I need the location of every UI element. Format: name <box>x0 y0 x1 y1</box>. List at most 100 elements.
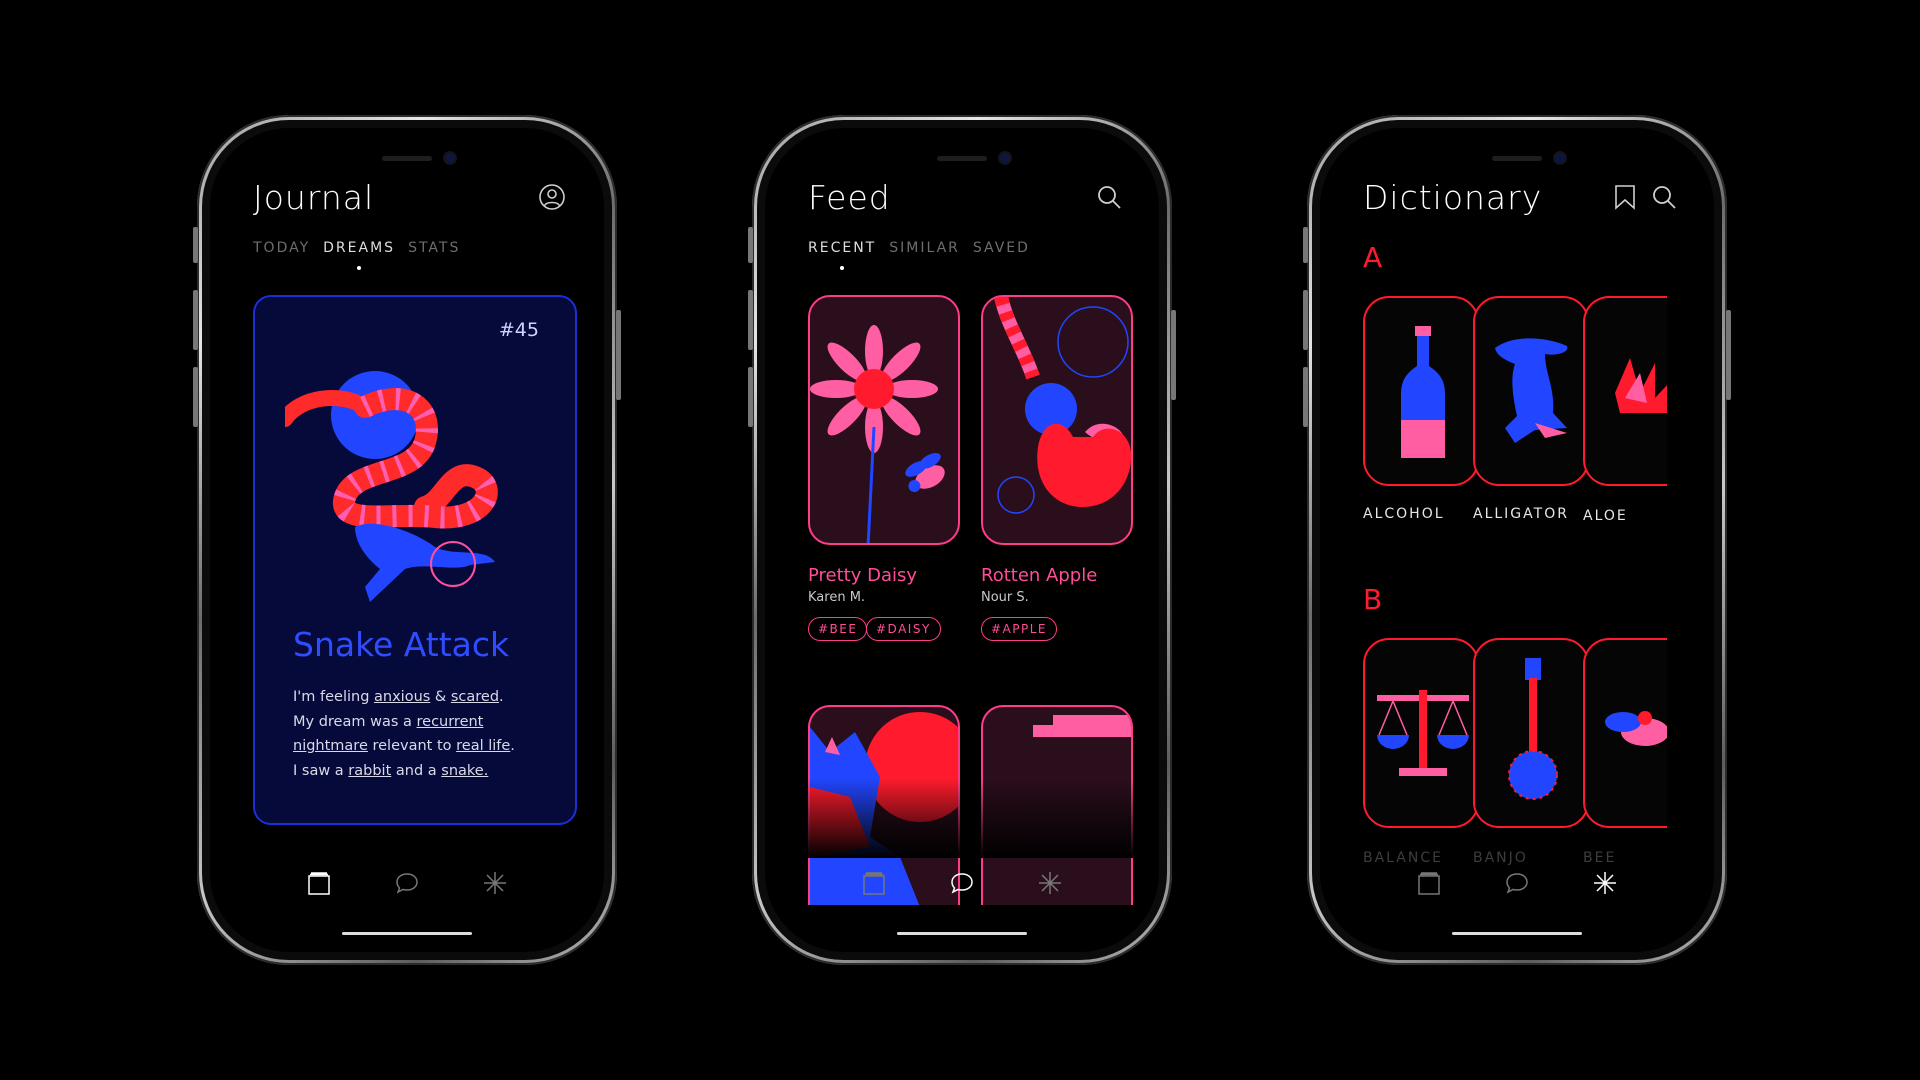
phone-journal: Journal TODAY DREAMS STATS #45 Snake Att… <box>193 115 621 965</box>
text-segment: . <box>499 689 504 705</box>
bottom-nav <box>1320 869 1714 897</box>
post-author: Karen M. <box>808 590 866 605</box>
tab-recent[interactable]: RECENT <box>808 240 876 270</box>
aloe-icon <box>1615 358 1667 413</box>
text-segment: I saw a <box>293 762 349 779</box>
dictionary-item-label: ALLIGATOR <box>1473 506 1569 522</box>
bottom-nav <box>210 869 604 897</box>
dictionary-card-aloe[interactable] <box>1583 296 1667 486</box>
tag-chip[interactable]: #APPLE <box>981 617 1058 641</box>
post-title[interactable]: Pretty Daisy <box>808 565 917 586</box>
dictionary-card-banjo[interactable] <box>1473 638 1589 828</box>
tag-chip[interactable]: #DAISY <box>866 617 941 641</box>
keyword-link[interactable]: rabbit <box>348 763 391 779</box>
text-segment: and a <box>391 762 442 779</box>
speaker <box>382 156 432 161</box>
tag-chip[interactable]: #BEE <box>808 617 868 641</box>
dictionary-item-label: ALCOHOL <box>1363 506 1445 522</box>
search-icon[interactable] <box>1650 183 1678 211</box>
profile-icon[interactable] <box>538 183 566 211</box>
section-letter: A <box>1363 241 1383 274</box>
speaker <box>937 156 987 161</box>
power-button <box>1726 310 1731 400</box>
front-camera <box>445 153 455 163</box>
page-title: Journal <box>253 178 375 217</box>
tab-today[interactable]: TODAY <box>253 240 310 256</box>
side-button <box>193 227 198 263</box>
dream-card[interactable]: #45 Snake Attack I'm feeling anxious & s… <box>253 295 577 825</box>
journal-screen: Journal TODAY DREAMS STATS #45 Snake Att… <box>210 128 604 952</box>
keyword-link[interactable]: scared <box>451 689 499 705</box>
keyword-link[interactable]: real life <box>456 738 510 754</box>
tab-dreams[interactable]: DREAMS <box>323 240 395 270</box>
power-button <box>616 310 621 400</box>
dream-title: Snake Attack <box>293 625 510 664</box>
section-letter: B <box>1363 583 1383 616</box>
chat-bubble-icon[interactable] <box>1503 869 1531 897</box>
journal-icon[interactable] <box>1415 869 1443 897</box>
volume-down-button <box>193 367 198 427</box>
sparkle-icon[interactable] <box>1036 869 1064 897</box>
text-segment: . <box>510 738 515 754</box>
volume-down-button <box>1303 367 1308 427</box>
dictionary-card-alcohol[interactable] <box>1363 296 1479 486</box>
tab-stats[interactable]: STATS <box>408 240 460 256</box>
dictionary-item-label: BEE <box>1583 850 1617 866</box>
sparkle-icon[interactable] <box>1591 869 1619 897</box>
chat-bubble-icon[interactable] <box>948 869 976 897</box>
tab-saved[interactable]: SAVED <box>973 240 1030 256</box>
bookmark-icon[interactable] <box>1611 183 1639 211</box>
tab-similar[interactable]: SIMILAR <box>889 240 960 256</box>
volume-up-button <box>1303 290 1308 350</box>
phone-feed: Feed RECENT SIMILAR SAVED Pretty Daisy K… <box>748 115 1176 965</box>
home-indicator <box>1452 932 1582 935</box>
apple-illustration <box>994 297 1131 514</box>
post-author: Nour S. <box>981 590 1029 605</box>
text-segment: relevant to <box>367 738 457 754</box>
volume-down-button <box>748 367 753 427</box>
power-button <box>1171 310 1176 400</box>
keyword-link[interactable]: snake. <box>441 763 488 779</box>
text-segment: & <box>430 689 451 705</box>
bee-icon <box>1605 711 1667 746</box>
home-indicator <box>897 932 1027 935</box>
journal-tabs: TODAY DREAMS STATS <box>253 240 460 270</box>
dictionary-card-balance[interactable] <box>1363 638 1479 828</box>
feed-screen: Feed RECENT SIMILAR SAVED Pretty Daisy K… <box>765 128 1159 952</box>
speaker <box>1492 156 1542 161</box>
page-title: Feed <box>808 178 891 217</box>
post-card-rotten-apple[interactable] <box>981 295 1133 545</box>
keyword-link[interactable]: recurrent <box>417 714 484 730</box>
post-title[interactable]: Rotten Apple <box>981 565 1097 586</box>
keyword-link[interactable]: anxious <box>374 689 430 705</box>
banjo-icon <box>1508 658 1558 800</box>
front-camera <box>1000 153 1010 163</box>
alligator-icon <box>1495 338 1568 443</box>
side-button <box>1303 227 1308 263</box>
search-icon[interactable] <box>1095 183 1123 211</box>
side-button <box>748 227 753 263</box>
front-camera <box>1555 153 1565 163</box>
text-segment: I'm feeling <box>293 689 375 705</box>
keyword-link[interactable]: nightmare <box>293 738 368 754</box>
home-indicator <box>342 932 472 935</box>
dictionary-screen: Dictionary A ALCOHOL ALLIGATOR ALOE B BA… <box>1320 128 1714 952</box>
journal-icon[interactable] <box>305 869 333 897</box>
journal-icon[interactable] <box>860 869 888 897</box>
bottle-icon <box>1401 326 1445 458</box>
page-title: Dictionary <box>1363 178 1543 217</box>
bottom-nav <box>765 869 1159 897</box>
snake-rabbit-illustration <box>285 371 498 602</box>
volume-up-button <box>748 290 753 350</box>
text-segment: My dream was a <box>293 713 417 730</box>
daisy-bee-illustration <box>810 325 945 543</box>
dream-description: I'm feeling anxious & scared. My dream w… <box>293 685 563 783</box>
sparkle-icon[interactable] <box>481 869 509 897</box>
dictionary-card-bee[interactable] <box>1583 638 1667 828</box>
chat-bubble-icon[interactable] <box>393 869 421 897</box>
dictionary-card-alligator[interactable] <box>1473 296 1589 486</box>
volume-up-button <box>193 290 198 350</box>
scroll-fade <box>765 778 1159 858</box>
post-card-pretty-daisy[interactable] <box>808 295 960 545</box>
dictionary-item-label: BANJO <box>1473 850 1528 866</box>
